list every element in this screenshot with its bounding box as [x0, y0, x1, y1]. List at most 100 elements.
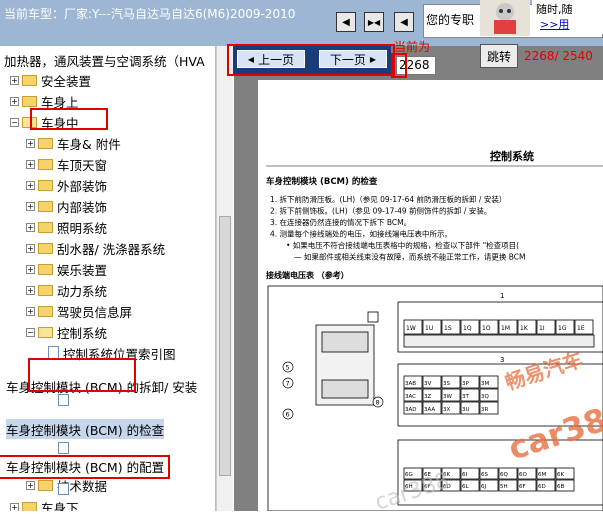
tree-item-label: 车身& 附件 — [57, 136, 121, 152]
pin-label: 3M — [481, 381, 489, 387]
folder-icon — [22, 501, 37, 511]
tree-item[interactable]: + 动力系统 — [26, 280, 107, 300]
pin-label: 1U — [425, 325, 433, 332]
tree-item-label: 安全装置 — [41, 73, 92, 89]
tree-item-label: 控制系统 — [57, 325, 108, 341]
callout-circle — [367, 311, 379, 323]
folder-icon — [38, 179, 53, 191]
pin-label: 1K — [520, 325, 529, 332]
callout-number: 7 — [286, 380, 290, 388]
expand-icon[interactable]: + — [10, 75, 19, 85]
connector-1-number: 1 — [500, 292, 504, 300]
document-icon — [58, 483, 69, 495]
pin-label: 6D — [538, 484, 546, 490]
vip-side-panel: 随时,随 >>用 — [532, 0, 603, 34]
callout-number: 5 — [286, 364, 290, 372]
folder-icon — [22, 95, 37, 107]
car-model-label: 当前车型： — [4, 7, 65, 21]
expand-icon[interactable]: + — [10, 502, 19, 511]
connector-3-number: 3 — [500, 356, 504, 364]
pin-label: 3AD — [405, 407, 417, 413]
scrollbar-thumb[interactable] — [219, 216, 231, 476]
pin-label: 6F — [519, 484, 526, 490]
folder-icon — [38, 263, 53, 275]
pin-label: 1Q — [463, 325, 472, 332]
page-diagram: 控制系统车身控制模块 (BCM) 的检查 1. 拆下前防滑压板。(LH)（参见 0… — [266, 149, 603, 514]
expand-icon[interactable]: + — [26, 264, 35, 274]
tree-item[interactable]: + 刮水器/ 洗涤器系统 — [26, 238, 165, 258]
tree-item-label: 动力系统 — [57, 283, 108, 299]
tree-item[interactable]: 加热器，通风装置与空调系统（HVA — [4, 50, 205, 70]
back-icon: ◀ — [400, 16, 408, 28]
highlight-box — [0, 455, 170, 479]
mascot-icon — [494, 3, 516, 34]
folder-open-icon — [38, 326, 53, 338]
folder-icon — [38, 137, 53, 149]
pin-label: 3R — [481, 407, 488, 413]
page-count: 2268/ 2540 — [524, 49, 593, 63]
tree-item[interactable]: + 外部装饰 — [26, 175, 107, 195]
expand-icon[interactable]: + — [26, 480, 35, 490]
tree-item[interactable]: + 车身下 — [10, 497, 79, 511]
expand-icon[interactable]: + — [26, 201, 35, 211]
pin-label: 6Q — [500, 472, 508, 478]
toolbar-prev-button[interactable]: ◀ — [336, 12, 356, 32]
toc-tree: 加热器，通风装置与空调系统（HVA + 安全装置 + 车身上 − 车身中 + 车身& 附件 + 车顶… — [0, 46, 216, 511]
tree-scrollbar[interactable] — [216, 46, 233, 511]
doc-section-title: 车身控制模块 (BCM) 的检查 — [266, 176, 378, 187]
pin-label: 3T — [462, 394, 469, 400]
folder-icon — [38, 305, 53, 317]
pin-label: 1G — [558, 325, 567, 332]
tree-item[interactable]: + 驾驶员信息屏 — [26, 301, 132, 321]
tree-item[interactable]: + 车身& 附件 — [26, 133, 121, 153]
bcm-module-connector — [321, 331, 369, 353]
toolbar-back-button[interactable]: ◀ — [394, 12, 414, 32]
pin-label: 5H — [500, 484, 508, 490]
expand-icon[interactable]: + — [26, 306, 35, 316]
tree-item[interactable]: + 车顶天窗 — [26, 154, 107, 174]
expand-icon[interactable]: + — [26, 285, 35, 295]
expand-icon[interactable]: + — [26, 222, 35, 232]
vip-text: 您的专职 — [426, 13, 475, 27]
jump-button[interactable]: 跳转 — [480, 44, 518, 68]
tree-item[interactable]: + 安全装置 — [10, 70, 91, 90]
tree-item-label: 车顶天窗 — [57, 157, 108, 173]
tree-item-label: 内部装饰 — [57, 199, 108, 215]
folder-icon — [38, 479, 53, 491]
folder-icon — [38, 158, 53, 170]
vip-use-link[interactable]: >>用 — [540, 16, 569, 32]
pin-label: 6I — [462, 472, 467, 478]
pin-label: 3W — [443, 394, 452, 400]
bcm-module-connector — [321, 379, 369, 399]
expand-icon[interactable]: + — [26, 159, 35, 169]
doc-step: — 如果部件或相关线束没有故障，而系统不能正常工作，请更换 BCM — [294, 252, 526, 262]
tree-item-label: 外部装饰 — [57, 178, 108, 194]
expand-icon[interactable]: + — [26, 180, 35, 190]
tree-item[interactable]: + 娱乐装置 — [26, 259, 107, 279]
highlight-box — [30, 108, 108, 130]
tree-item[interactable]: + 内部装饰 — [26, 196, 107, 216]
tree-item[interactable]: 车身控制模块 (BCM) 的检查 — [6, 419, 165, 439]
tree-item-label: 娱乐装置 — [57, 262, 108, 278]
tree-item-label: 加热器，通风装置与空调系统（HVA — [4, 53, 205, 69]
tree-item[interactable]: + 照明系统 — [26, 217, 107, 237]
pin-label: 3P — [462, 381, 469, 387]
pin-label: 3Z — [424, 394, 431, 400]
pin-label: 6K — [557, 472, 564, 478]
tree-item[interactable]: − 控制系统 — [26, 322, 107, 342]
toolbar-split-button[interactable]: ▶◀ — [364, 12, 384, 32]
callout-number: 8 — [376, 399, 380, 407]
folder-icon — [38, 200, 53, 212]
doc-step: • 如果电压不符合接线端电压表格中的规格，检查以下部件 "检查项目( — [286, 240, 519, 250]
collapse-icon[interactable]: − — [26, 327, 35, 337]
folder-icon — [38, 284, 53, 296]
play-left-icon: ◀ — [342, 16, 350, 28]
pin-label: 6S — [481, 472, 488, 478]
expand-icon[interactable]: + — [10, 96, 19, 106]
doc-step: 1. 拆下前防滑压板。(LH)（参见 09-17-64 前防滑压板的拆卸 / 安… — [270, 194, 506, 204]
expand-icon[interactable]: + — [26, 138, 35, 148]
pin-label: 1W — [406, 325, 416, 332]
expand-icon[interactable]: + — [26, 243, 35, 253]
collapse-icon[interactable]: − — [10, 117, 19, 127]
tree-item-label: 刮水器/ 洗涤器系统 — [57, 241, 166, 257]
